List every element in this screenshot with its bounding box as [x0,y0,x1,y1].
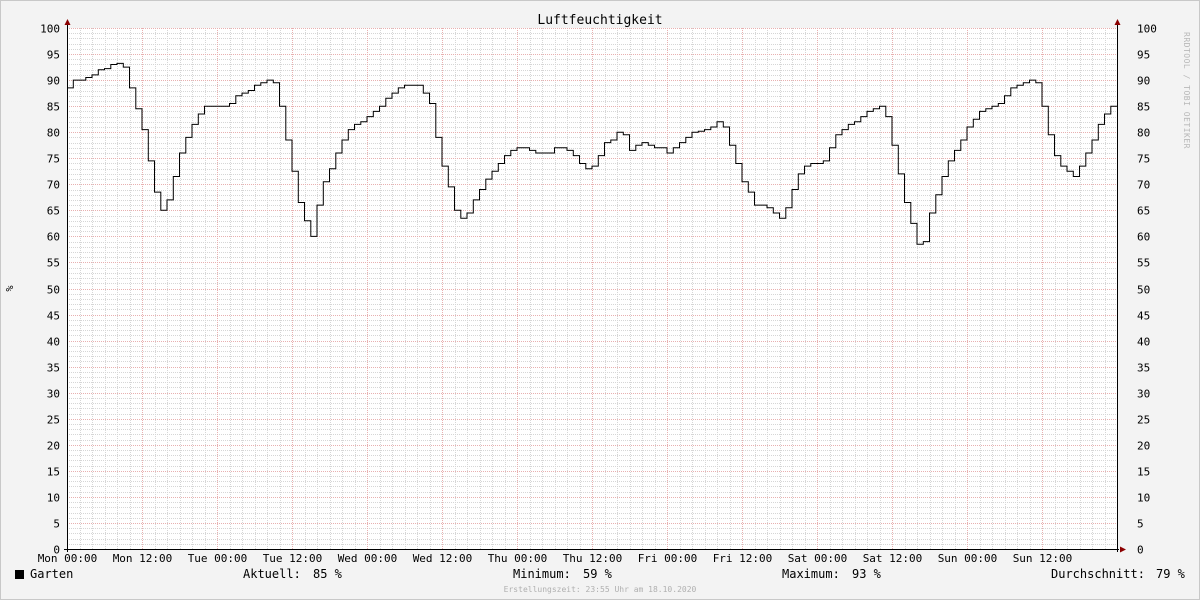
y-tick-label-left: 95 [47,49,60,62]
y-tick-label-left: 40 [47,336,60,349]
x-tick-label: Thu 00:00 [488,552,548,565]
y-tick-label-left: 35 [47,362,60,375]
legend-avg-value: 79 % [1156,567,1185,581]
x-tick-label: Wed 00:00 [338,552,398,565]
y-tick-label-right: 100 [1137,23,1157,36]
x-tick-label: Fri 12:00 [713,552,773,565]
legend-swatch-garten [15,570,24,579]
y-tick-label-right: 40 [1137,336,1150,349]
x-tick-label: Sat 12:00 [863,552,923,565]
y-tick-label-right: 65 [1137,205,1150,218]
y-tick-label-left: 85 [47,101,60,114]
y-tick-label-right: 95 [1137,49,1150,62]
legend-max-value: 93 % [852,567,881,581]
y-tick-label-left: 5 [53,518,60,531]
y-tick-label-right: 60 [1137,231,1150,244]
x-tick-label: Mon 00:00 [38,552,98,565]
y-tick-label-right: 75 [1137,153,1150,166]
x-axis-arrow [1120,546,1126,553]
x-tick-label: Sun 12:00 [1013,552,1073,565]
y-tick-label-right: 80 [1137,127,1150,140]
y-tick-label-left: 50 [47,284,60,297]
x-tick-label: Sun 00:00 [938,552,998,565]
y-tick-label-left: 80 [47,127,60,140]
y-tick-label-right: 85 [1137,101,1150,114]
y-tick-label-left: 45 [47,310,60,323]
y-tick-label-left: 70 [47,179,60,192]
x-tick-label: Tue 00:00 [188,552,248,565]
y-axis-arrow-left [64,19,71,25]
y-tick-label-left: 10 [47,492,60,505]
y-tick-label-left: 30 [47,388,60,401]
y-tick-label-left: 60 [47,231,60,244]
y-tick-label-left: 25 [47,414,60,427]
y-tick-label-left: 55 [47,257,60,270]
y-tick-label-left: 20 [47,440,60,453]
y-tick-label-left: 90 [47,75,60,88]
x-tick-label: Sat 00:00 [788,552,848,565]
legend-max-label: Maximum: [782,567,840,581]
y-tick-label-right: 45 [1137,310,1150,323]
x-tick-label: Wed 12:00 [413,552,473,565]
x-tick-label: Tue 12:00 [263,552,323,565]
legend-current-label: Aktuell: [243,567,301,581]
y-tick-label-left: 65 [47,205,60,218]
legend-avg-label: Durchschnitt: [1051,567,1145,581]
creation-timestamp: Erstellungszeit: 23:55 Uhr am 18.10.2020 [503,585,697,594]
y-tick-label-right: 25 [1137,414,1150,427]
y-tick-label-right: 70 [1137,179,1150,192]
rrdtool-watermark: RRDTOOL / TOBI OETIKER [1182,32,1191,149]
legend-current-value: 85 % [313,567,342,581]
legend-min-label: Minimum: [513,567,571,581]
y-axis-label: % [5,285,16,291]
chart-title: Luftfeuchtigkeit [537,13,662,28]
y-tick-label-left: 75 [47,153,60,166]
y-tick-label-right: 20 [1137,440,1150,453]
y-tick-label-right: 35 [1137,362,1150,375]
y-tick-label-right: 55 [1137,257,1150,270]
x-tick-label: Fri 00:00 [638,552,698,565]
legend-series-name: Garten [30,567,74,581]
y-tick-label-left: 100 [40,23,60,36]
y-tick-label-right: 5 [1137,518,1144,531]
y-tick-label-right: 15 [1137,466,1150,479]
y-axis-arrow-right [1114,19,1121,25]
x-tick-label: Thu 12:00 [563,552,623,565]
legend-min-value: 59 % [583,567,612,581]
y-tick-label-right: 50 [1137,284,1150,297]
x-tick-label: Mon 12:00 [113,552,173,565]
humidity-chart: 0 05 510 1015 1520 2025 2530 3035 3540 4045 4550 50… [5,13,1157,565]
y-tick-label-left: 15 [47,466,60,479]
y-tick-label-right: 90 [1137,75,1150,88]
y-tick-label-right: 10 [1137,492,1150,505]
y-tick-label-right: 0 [1137,544,1144,557]
y-tick-label-right: 30 [1137,388,1150,401]
